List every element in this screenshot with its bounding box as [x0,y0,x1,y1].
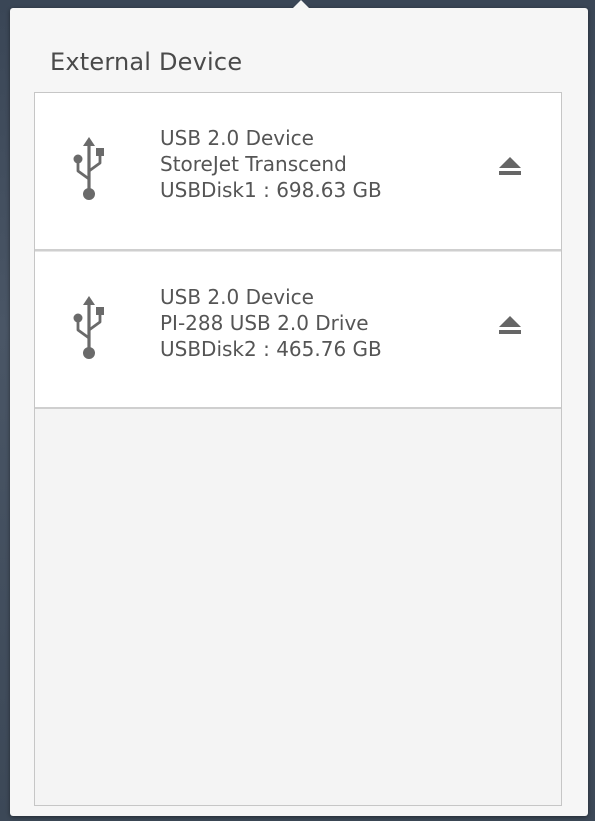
usb-icon [69,135,109,205]
panel-title: External Device [50,48,243,76]
device-list[interactable]: USB 2.0 Device StoreJet Transcend USBDis… [34,92,562,806]
device-disk-capacity: USBDisk2 : 465.76 GB [160,337,382,361]
device-model: StoreJet Transcend [160,152,347,176]
external-device-popup: External Device USB 2.0 Device StoreJet … [10,0,588,816]
eject-icon[interactable] [497,313,523,337]
device-info: USB 2.0 Device PI-288 USB 2.0 Drive USBD… [160,284,382,362]
device-type: USB 2.0 Device [160,285,314,309]
device-item-usbdisk2[interactable]: USB 2.0 Device PI-288 USB 2.0 Drive USBD… [35,251,561,409]
background-frame: External Device USB 2.0 Device StoreJet … [0,0,595,821]
device-type: USB 2.0 Device [160,126,314,150]
device-model: PI-288 USB 2.0 Drive [160,311,369,335]
device-disk-capacity: USBDisk1 : 698.63 GB [160,178,382,202]
eject-icon[interactable] [497,154,523,178]
popup-caret [292,0,310,9]
device-info: USB 2.0 Device StoreJet Transcend USBDis… [160,125,382,203]
device-item-usbdisk1[interactable]: USB 2.0 Device StoreJet Transcend USBDis… [35,93,561,251]
usb-icon [69,294,109,364]
